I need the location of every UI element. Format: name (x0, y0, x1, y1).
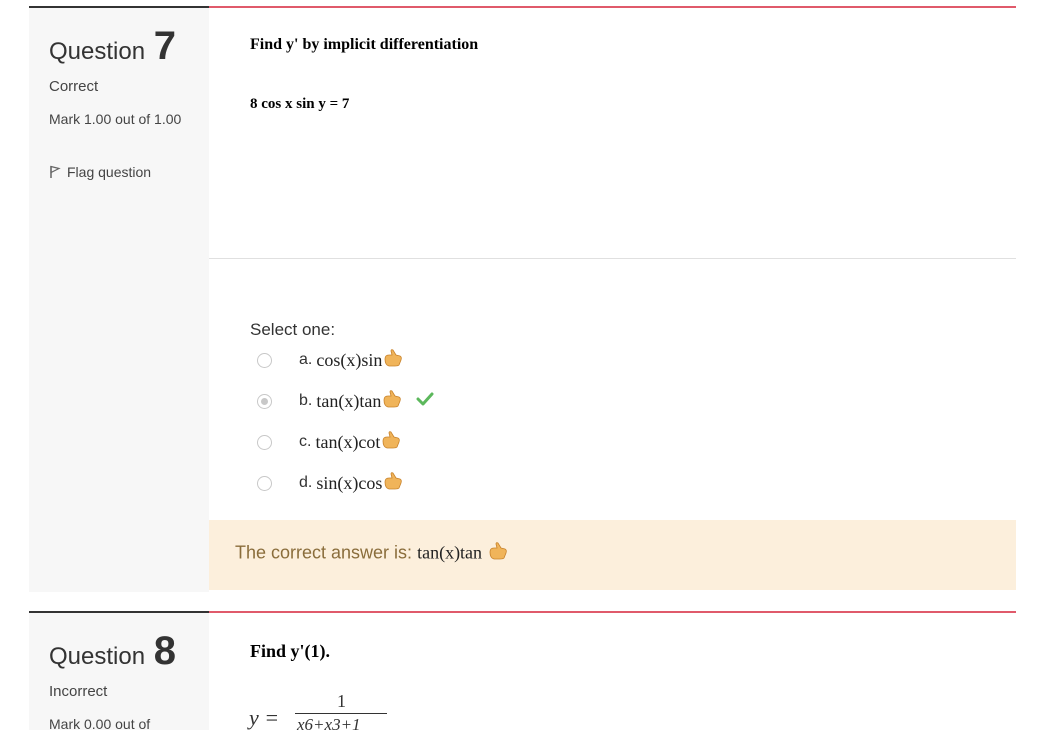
fraction-bar (295, 713, 387, 714)
question-content: Find y'(1). y = 1 x6+x3+1 (209, 611, 1016, 734)
thumbs-emoji-icon (381, 430, 401, 454)
thumbs-emoji-icon (488, 542, 508, 565)
answer-option-b[interactable]: b. tan(x)tan (257, 389, 434, 413)
question-number: Question 7 (49, 24, 176, 69)
option-letter: c. (299, 433, 312, 450)
feedback-box: The correct answer is: tan(x)tan (209, 520, 1016, 590)
flag-question-label: Flag question (67, 164, 152, 180)
question-number-value: 8 (153, 629, 176, 673)
thumbs-emoji-icon (382, 389, 402, 413)
question-label: Question (49, 643, 146, 670)
option-letter: d. (299, 474, 313, 491)
option-text: tan(x)tan (316, 390, 382, 411)
question-equation: 8 cos x sin y = 7 (250, 96, 350, 112)
feedback-answer: tan(x)tan (417, 542, 483, 563)
formula-lhs: y = (249, 705, 280, 730)
question-grade: Mark 1.00 out of 1.00 (49, 111, 182, 127)
question-label: Question (49, 38, 146, 65)
select-one-label: Select one: (250, 320, 336, 339)
question-7: Question 7 Correct Mark 1.00 out of 1.00… (0, 6, 1043, 592)
question-grade: Mark 0.00 out of (49, 716, 151, 732)
option-text: tan(x)cot (315, 431, 381, 452)
radio-button-c[interactable] (257, 434, 272, 450)
option-text: sin(x)cos (316, 472, 383, 493)
flag-question-link[interactable]: Flag question (49, 164, 151, 180)
option-letter: a. (299, 351, 313, 368)
check-icon (416, 392, 434, 411)
answer-option-d[interactable]: d. sin(x)cos (257, 471, 403, 495)
radio-button-d[interactable] (257, 475, 272, 491)
question-number-value: 7 (153, 24, 176, 68)
radio-button-a[interactable] (257, 352, 272, 368)
question-state: Incorrect (49, 683, 108, 700)
question-prompt: Find y'(1). (250, 641, 331, 661)
option-letter: b. (299, 392, 313, 409)
option-text: cos(x)sin (316, 349, 383, 370)
answer-option-a[interactable]: a. cos(x)sin (257, 348, 403, 372)
thumbs-emoji-icon (383, 348, 403, 372)
question-8: Question 8 Incorrect Mark 0.00 out of Fi… (0, 611, 1043, 734)
question-info-panel: Question 8 Incorrect Mark 0.00 out of (29, 611, 209, 732)
feedback-label: The correct answer is: (235, 542, 413, 563)
question-formulation: Find y' by implicit differentiation 8 co… (209, 8, 1016, 259)
correct-answer-text: The correct answer is: tan(x)tan (235, 542, 508, 565)
question-content: Find y' by implicit differentiation 8 co… (209, 6, 1016, 592)
answer-option-c[interactable]: c. tan(x)cot (257, 430, 401, 454)
question-info-panel: Question 7 Correct Mark 1.00 out of 1.00… (29, 6, 209, 592)
flag-icon (50, 165, 61, 178)
question-prompt: Find y' by implicit differentiation (250, 36, 479, 53)
question-formula: y = 1 x6+x3+1 (249, 691, 449, 734)
thumbs-emoji-icon (383, 471, 403, 495)
formula-numerator: 1 (337, 691, 346, 711)
question-number: Question 8 (49, 629, 176, 674)
radio-button-b[interactable] (257, 393, 272, 409)
question-state: Correct (49, 78, 99, 95)
formula-denominator: x6+x3+1 (297, 715, 361, 734)
